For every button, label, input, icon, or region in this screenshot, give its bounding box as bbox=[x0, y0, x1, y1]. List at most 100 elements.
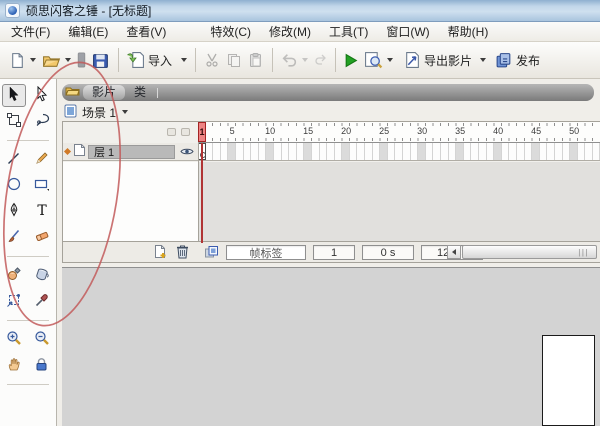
scene-label[interactable]: 场景 1 bbox=[82, 104, 116, 121]
frame-cell[interactable] bbox=[350, 143, 358, 160]
zoom-out-tool[interactable] bbox=[30, 328, 54, 351]
selection-tool[interactable] bbox=[2, 84, 26, 107]
new-dropdown-caret[interactable] bbox=[30, 58, 36, 62]
frame-cell[interactable] bbox=[304, 143, 312, 160]
frame-cell[interactable] bbox=[236, 143, 244, 160]
brush-tool[interactable] bbox=[2, 226, 26, 249]
eraser-tool[interactable] bbox=[30, 226, 54, 249]
layers-body[interactable] bbox=[63, 162, 198, 241]
frame-cell[interactable] bbox=[388, 143, 396, 160]
frame-cell[interactable] bbox=[335, 143, 343, 160]
free-transform-tool[interactable] bbox=[2, 110, 26, 133]
eyedropper-tool[interactable] bbox=[30, 290, 54, 313]
frame-cell[interactable] bbox=[206, 143, 214, 160]
frame-cell[interactable] bbox=[494, 143, 502, 160]
export-movie-button[interactable]: 导出影片 bbox=[400, 49, 489, 71]
menu-modify[interactable]: 修改(M) bbox=[260, 21, 320, 42]
frame-cell[interactable] bbox=[479, 143, 487, 160]
frame-cell[interactable] bbox=[380, 143, 388, 160]
export-dropdown-caret[interactable] bbox=[480, 58, 486, 62]
frame-cell[interactable] bbox=[449, 143, 457, 160]
frame-cell[interactable] bbox=[540, 143, 548, 160]
frame-cell[interactable] bbox=[487, 143, 495, 160]
frame-cell[interactable] bbox=[244, 143, 252, 160]
text-tool[interactable]: T bbox=[30, 200, 54, 223]
timeline-horizontal-scrollbar[interactable]: ||| bbox=[447, 245, 597, 259]
frame-cell[interactable] bbox=[570, 143, 578, 160]
timeline-ruler[interactable]: 1 5101520253035404550 bbox=[198, 122, 600, 143]
ellipse-tool[interactable] bbox=[2, 174, 26, 197]
menu-help[interactable]: 帮助(H) bbox=[439, 21, 498, 42]
menu-tools[interactable]: 工具(T) bbox=[320, 21, 377, 42]
frame-cell[interactable] bbox=[433, 143, 441, 160]
redo-button[interactable] bbox=[311, 51, 330, 69]
work-area[interactable] bbox=[62, 267, 600, 426]
scene-dropdown-caret[interactable] bbox=[122, 110, 128, 114]
zoom-in-tool[interactable] bbox=[2, 328, 26, 351]
onion-skin-icon[interactable] bbox=[204, 245, 219, 262]
menu-file[interactable]: 文件(F) bbox=[2, 21, 59, 42]
frame-cell[interactable] bbox=[403, 143, 411, 160]
visibility-column-icon[interactable] bbox=[167, 128, 176, 136]
pen-tool[interactable] bbox=[2, 200, 26, 223]
frame-cell[interactable] bbox=[395, 143, 403, 160]
frame-cell[interactable] bbox=[282, 143, 290, 160]
frames-body[interactable] bbox=[198, 162, 600, 241]
menu-window[interactable]: 窗口(W) bbox=[377, 21, 438, 42]
rectangle-tool[interactable] bbox=[30, 174, 54, 197]
stage-canvas[interactable] bbox=[542, 335, 595, 426]
frame-cell[interactable] bbox=[259, 143, 267, 160]
frame-cell[interactable] bbox=[578, 143, 586, 160]
lock-tool[interactable] bbox=[30, 354, 54, 377]
frame-cell[interactable] bbox=[342, 143, 350, 160]
line-tool[interactable] bbox=[2, 148, 26, 171]
save-all-button[interactable] bbox=[89, 50, 113, 71]
tab-movie[interactable]: 影片 bbox=[83, 85, 125, 100]
undo-dropdown-caret[interactable] bbox=[302, 58, 308, 62]
delete-layer-trash-icon[interactable] bbox=[176, 244, 189, 262]
playhead-line[interactable] bbox=[201, 143, 203, 243]
layer-name[interactable]: 层 1 bbox=[88, 145, 175, 159]
fill-transform-tool[interactable] bbox=[2, 290, 26, 313]
frame-cell[interactable] bbox=[320, 143, 328, 160]
paint-bucket-tool[interactable] bbox=[30, 264, 54, 287]
frame-cell[interactable] bbox=[365, 143, 373, 160]
menu-edit[interactable]: 编辑(E) bbox=[59, 21, 117, 42]
open-dropdown-caret[interactable] bbox=[65, 58, 71, 62]
ink-bottle-tool[interactable] bbox=[2, 264, 26, 287]
play-button[interactable] bbox=[341, 51, 361, 70]
import-button[interactable]: 导入 bbox=[124, 49, 190, 71]
new-document-button[interactable] bbox=[6, 50, 39, 71]
open-button[interactable] bbox=[39, 50, 74, 71]
hand-tool[interactable] bbox=[2, 354, 26, 377]
frame-cell[interactable] bbox=[312, 143, 320, 160]
frame-cell[interactable] bbox=[251, 143, 259, 160]
scrollbar-thumb[interactable]: ||| bbox=[462, 245, 597, 259]
frame-cell[interactable] bbox=[297, 143, 305, 160]
frame-cell[interactable] bbox=[532, 143, 540, 160]
frame-cell[interactable] bbox=[221, 143, 229, 160]
save-button[interactable] bbox=[74, 50, 89, 70]
menu-effects[interactable]: 特效(C) bbox=[201, 21, 260, 42]
frame-cell[interactable] bbox=[426, 143, 434, 160]
add-layer-button[interactable] bbox=[153, 244, 168, 262]
frame-cell[interactable] bbox=[517, 143, 525, 160]
frame-cell[interactable] bbox=[213, 143, 221, 160]
layer-row[interactable]: 层 1 bbox=[63, 143, 198, 161]
lock-column-icon[interactable] bbox=[181, 128, 190, 136]
undo-button[interactable] bbox=[278, 50, 311, 70]
tab-class[interactable]: 类 bbox=[125, 85, 155, 100]
import-dropdown-caret[interactable] bbox=[181, 58, 187, 62]
frame-cell[interactable] bbox=[555, 143, 563, 160]
frame-cell[interactable] bbox=[441, 143, 449, 160]
publish-button[interactable]: 发布 bbox=[492, 50, 543, 71]
cut-button[interactable] bbox=[201, 50, 223, 70]
frame-cell[interactable] bbox=[418, 143, 426, 160]
frame-cell[interactable] bbox=[228, 143, 236, 160]
frame-cell[interactable] bbox=[274, 143, 282, 160]
scroll-left-button[interactable] bbox=[447, 245, 461, 259]
frame-cell[interactable] bbox=[456, 143, 464, 160]
frame-cell[interactable] bbox=[289, 143, 297, 160]
preview-button[interactable] bbox=[361, 49, 396, 71]
subselection-tool[interactable] bbox=[30, 84, 54, 107]
